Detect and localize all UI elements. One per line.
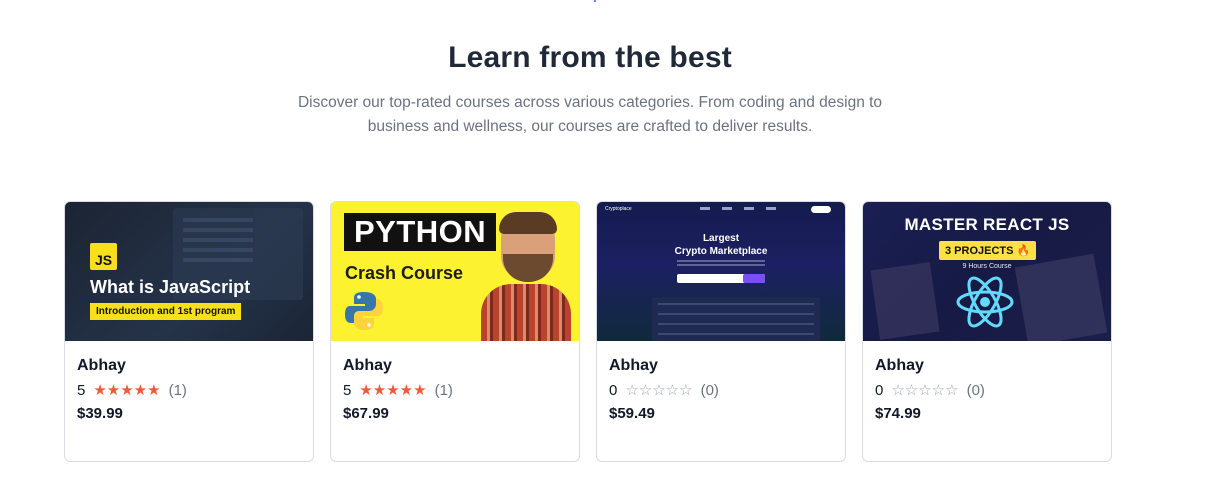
thumbnail-title: PYTHON <box>344 213 497 251</box>
rating-value: 5 <box>343 381 352 399</box>
course-price: $67.99 <box>343 405 389 422</box>
thumbnail-badge: 3 PROJECTS 🔥 <box>939 241 1037 260</box>
star-rating-icon: ☆☆☆☆☆ <box>625 382 693 399</box>
course-info: Abhay 0 ☆☆☆☆☆ (0) $59.49 <box>597 341 845 422</box>
thumbnail-subtitle: 9 Hours Course <box>962 263 1012 270</box>
course-author: Abhay <box>609 357 658 374</box>
course-info: Abhay 5 ★★★★★ (1) $39.99 <box>65 341 313 422</box>
thumbnail-title: Largest Crypto Marketplace <box>674 233 768 257</box>
rating-value: 5 <box>77 381 86 399</box>
mock-brand: Cryptoplace <box>605 206 632 212</box>
js-logo-icon: JS <box>90 243 117 270</box>
python-logo-icon <box>345 292 383 330</box>
course-thumbnail-javascript[interactable]: JS What is JavaScript Introduction and 1… <box>65 202 313 341</box>
course-price: $74.99 <box>875 405 921 422</box>
review-count: (0) <box>700 381 719 399</box>
section-title: Learn from the best <box>448 41 732 74</box>
course-rating: 0 ☆☆☆☆☆ (0) <box>609 381 833 400</box>
course-rating: 5 ★★★★★ (1) <box>343 381 567 400</box>
thumbnail-title: What is JavaScript <box>90 277 251 297</box>
course-thumbnail-python[interactable]: PYTHON Crash Course <box>331 202 579 341</box>
course-info: Abhay 0 ☆☆☆☆☆ (0) $74.99 <box>863 341 1111 422</box>
course-card[interactable]: PYTHON Crash Course Abhay 5 ★★★★★ (1) $6… <box>330 201 580 462</box>
course-card[interactable]: JS What is JavaScript Introduction and 1… <box>64 201 314 462</box>
star-rating-icon: ★★★★★ <box>93 382 161 399</box>
mock-crypto-table <box>652 297 820 341</box>
course-info: Abhay 5 ★★★★★ (1) $67.99 <box>331 341 579 422</box>
react-logo-icon <box>956 276 1014 328</box>
course-author: Abhay <box>77 357 126 374</box>
rating-value: 0 <box>875 381 884 399</box>
mock-description <box>677 260 765 262</box>
review-count: (0) <box>966 381 985 399</box>
poster-graphic <box>870 262 940 340</box>
mock-search-bar <box>677 274 765 283</box>
course-thumbnail-crypto[interactable]: Cryptoplace Largest Crypto Marketplace <box>597 202 845 341</box>
thumbnail-title: MASTER REACT JS <box>904 215 1070 234</box>
thumbnail-subtitle: Introduction and 1st program <box>90 303 242 320</box>
decorative-dot <box>594 0 596 2</box>
course-rating: 0 ☆☆☆☆☆ (0) <box>875 381 1099 400</box>
instructor-photo <box>481 212 571 341</box>
section-description: Discover our top-rated courses across va… <box>297 94 883 135</box>
course-card[interactable]: MASTER REACT JS 3 PROJECTS 🔥 9 Hours Cou… <box>862 201 1112 462</box>
mock-navbar: Cryptoplace <box>605 206 837 216</box>
course-thumbnail-react[interactable]: MASTER REACT JS 3 PROJECTS 🔥 9 Hours Cou… <box>863 202 1111 341</box>
course-price: $39.99 <box>77 405 123 422</box>
course-card[interactable]: Cryptoplace Largest Crypto Marketplace A… <box>596 201 846 462</box>
course-author: Abhay <box>343 357 392 374</box>
review-count: (1) <box>434 381 453 399</box>
rating-value: 0 <box>609 381 618 399</box>
star-rating-icon: ☆☆☆☆☆ <box>891 382 959 399</box>
course-price: $59.49 <box>609 405 655 422</box>
course-grid: JS What is JavaScript Introduction and 1… <box>64 201 1112 462</box>
star-rating-icon: ★★★★★ <box>359 382 427 399</box>
thumbnail-subtitle: Crash Course <box>345 263 464 283</box>
review-count: (1) <box>168 381 187 399</box>
course-author: Abhay <box>875 357 924 374</box>
course-rating: 5 ★★★★★ (1) <box>77 381 301 400</box>
